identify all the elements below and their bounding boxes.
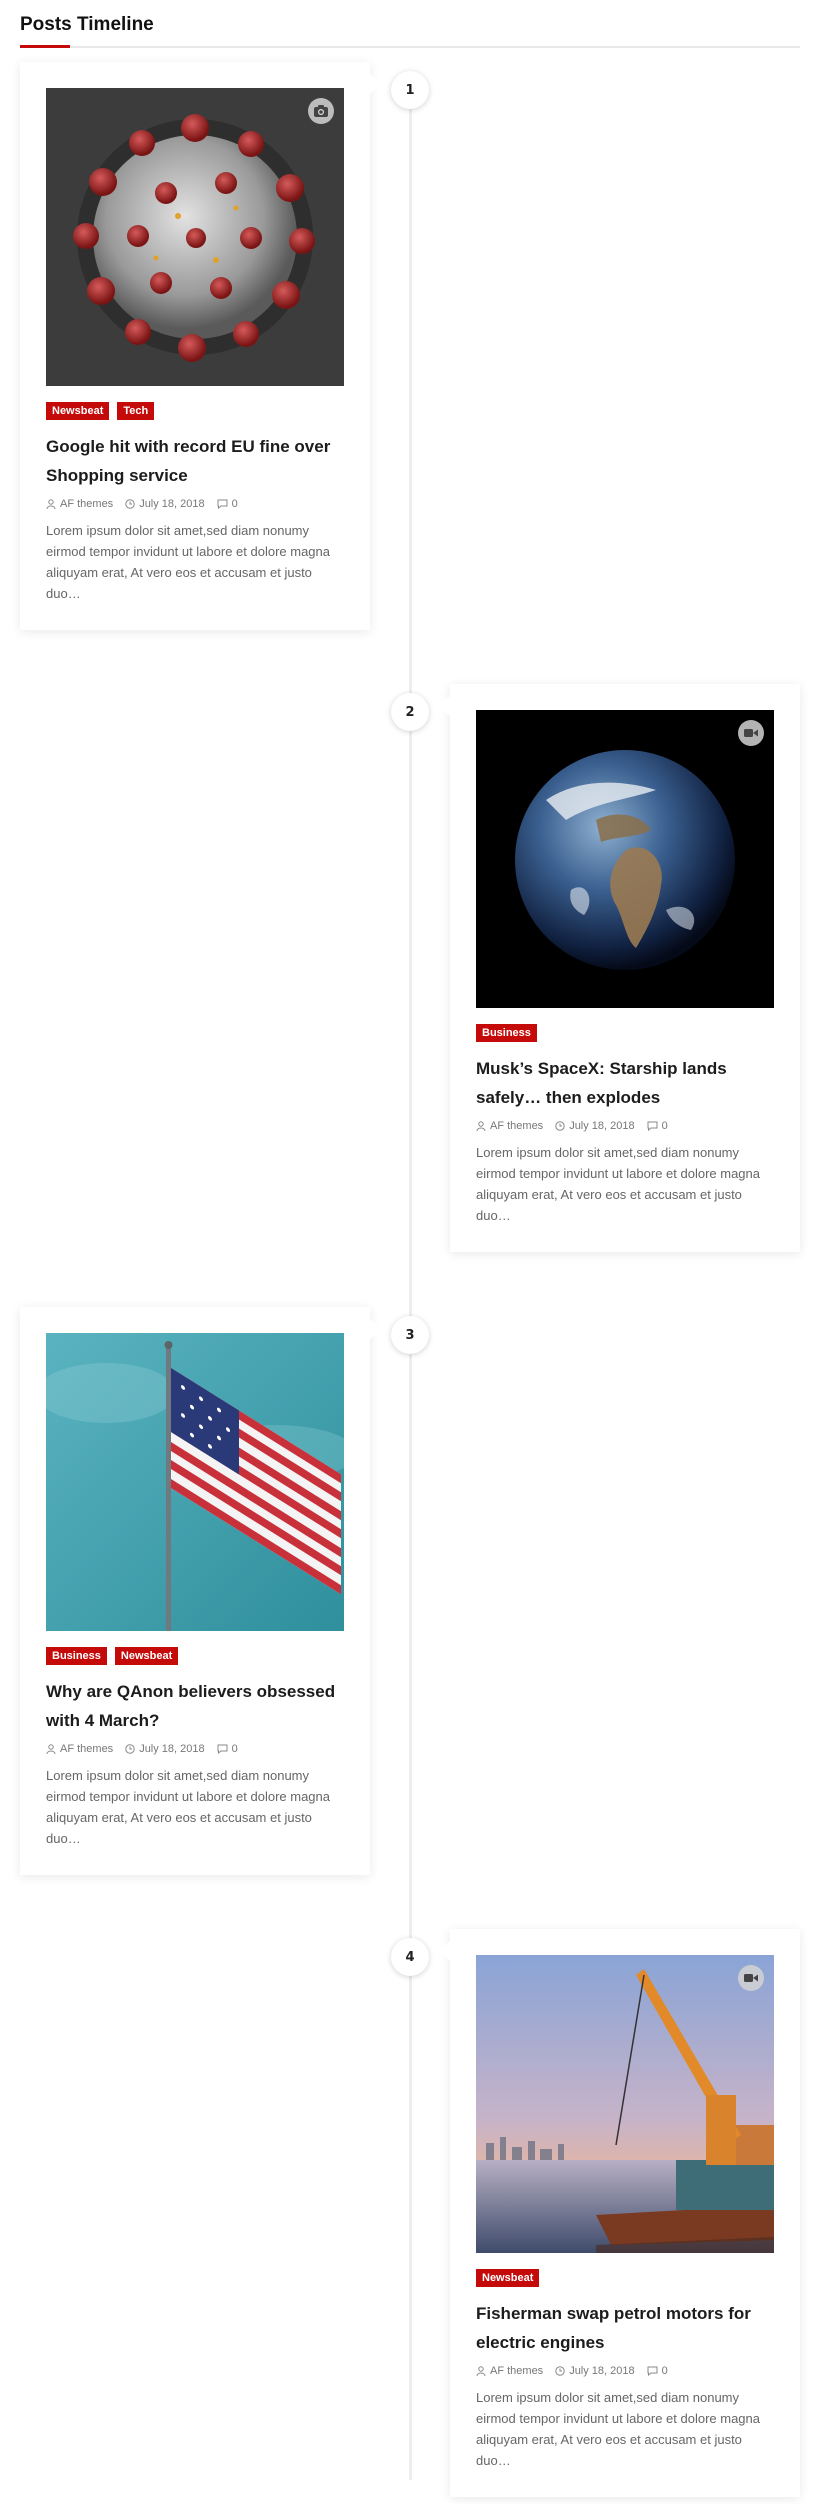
comment-icon [217, 1744, 228, 1754]
user-icon [46, 1744, 56, 1754]
post-excerpt: Lorem ipsum dolor sit amet,sed diam nonu… [46, 523, 330, 601]
header-divider [20, 46, 800, 48]
coronavirus-image [46, 88, 344, 386]
comment-count: 0 [661, 1120, 668, 1132]
post-date: July 18, 2018 [555, 1120, 635, 1132]
post-card: Business Musk’s SpaceX: Starship lands s… [438, 684, 800, 1252]
video-icon [738, 1965, 764, 1991]
post-date: July 18, 2018 [125, 1743, 205, 1755]
post-card: Business Newsbeat Why are QAnon believer… [20, 1307, 382, 1875]
post-author[interactable]: AF themes [46, 498, 113, 510]
comment-icon [647, 2366, 658, 2376]
date-text: July 18, 2018 [139, 498, 205, 510]
author-name: AF themes [490, 1120, 544, 1132]
post-title[interactable]: Fisherman swap petrol motors for electri… [476, 2299, 774, 2357]
post-meta: AF themes July 18, 2018 0 [476, 1120, 774, 1132]
post-comments[interactable]: 0 [217, 498, 238, 510]
author-name: AF themes [60, 1743, 114, 1755]
clock-icon [555, 1121, 565, 1131]
category-tag[interactable]: Business [46, 1647, 107, 1665]
post-date: July 18, 2018 [555, 2365, 635, 2377]
comment-count: 0 [661, 2365, 668, 2377]
post-thumbnail[interactable] [46, 1333, 344, 1631]
timeline-line [409, 80, 412, 2480]
section-title: Posts Timeline [20, 14, 154, 35]
timeline-number: 4 [391, 1938, 429, 1976]
post-comments[interactable]: 0 [647, 1120, 668, 1132]
category-tag[interactable]: Tech [117, 402, 155, 420]
category-list: Business [476, 1024, 774, 1042]
post-meta: AF themes July 18, 2018 0 [46, 1743, 344, 1755]
section-header: Posts Timeline [20, 12, 800, 48]
category-tag[interactable]: Newsbeat [114, 1647, 179, 1665]
post-thumbnail[interactable] [46, 88, 344, 386]
category-list: Business Newsbeat [46, 1647, 344, 1665]
flag-image [46, 1333, 344, 1631]
clock-icon [555, 2366, 565, 2376]
comment-icon [647, 1121, 658, 1131]
post-card: Newsbeat Fisherman swap petrol motors fo… [438, 1929, 800, 2497]
post-card: Newsbeat Tech Google hit with record EU … [20, 62, 382, 630]
crane-ship-image [476, 1955, 774, 2253]
comment-icon [217, 499, 228, 509]
clock-icon [125, 1744, 135, 1754]
category-list: Newsbeat Tech [46, 402, 344, 420]
category-tag[interactable]: Business [476, 1024, 537, 1042]
post-title[interactable]: Google hit with record EU fine over Shop… [46, 432, 344, 490]
post-author[interactable]: AF themes [476, 1120, 543, 1132]
earth-image [476, 710, 774, 1008]
post-meta: AF themes July 18, 2018 0 [46, 498, 344, 510]
post-title[interactable]: Musk’s SpaceX: Starship lands safely… th… [476, 1054, 774, 1112]
post-title[interactable]: Why are QAnon believers obsessed with 4 … [46, 1677, 344, 1735]
post-excerpt: Lorem ipsum dolor sit amet,sed diam nonu… [46, 1768, 330, 1846]
post-meta: AF themes July 18, 2018 0 [476, 2365, 774, 2377]
author-name: AF themes [490, 2365, 544, 2377]
post-comments[interactable]: 0 [217, 1743, 238, 1755]
timeline-number: 2 [391, 693, 429, 731]
user-icon [476, 2366, 486, 2376]
post-thumbnail[interactable] [476, 1955, 774, 2253]
category-tag[interactable]: Newsbeat [46, 402, 110, 420]
date-text: July 18, 2018 [569, 1120, 635, 1132]
header-accent-bar [20, 45, 70, 48]
post-excerpt: Lorem ipsum dolor sit amet,sed diam nonu… [476, 2390, 760, 2468]
user-icon [476, 1121, 486, 1131]
category-tag[interactable]: Newsbeat [476, 2269, 540, 2287]
timeline-number: 1 [391, 71, 429, 109]
date-text: July 18, 2018 [139, 1743, 205, 1755]
clock-icon [125, 499, 135, 509]
camera-icon [308, 98, 334, 124]
post-comments[interactable]: 0 [647, 2365, 668, 2377]
category-list: Newsbeat [476, 2269, 774, 2287]
user-icon [46, 499, 56, 509]
post-author[interactable]: AF themes [46, 1743, 113, 1755]
date-text: July 18, 2018 [569, 2365, 635, 2377]
author-name: AF themes [60, 498, 114, 510]
post-date: July 18, 2018 [125, 498, 205, 510]
comment-count: 0 [231, 498, 238, 510]
video-icon [738, 720, 764, 746]
comment-count: 0 [231, 1743, 238, 1755]
post-author[interactable]: AF themes [476, 2365, 543, 2377]
timeline-number: 3 [391, 1316, 429, 1354]
post-excerpt: Lorem ipsum dolor sit amet,sed diam nonu… [476, 1145, 760, 1223]
post-thumbnail[interactable] [476, 710, 774, 1008]
